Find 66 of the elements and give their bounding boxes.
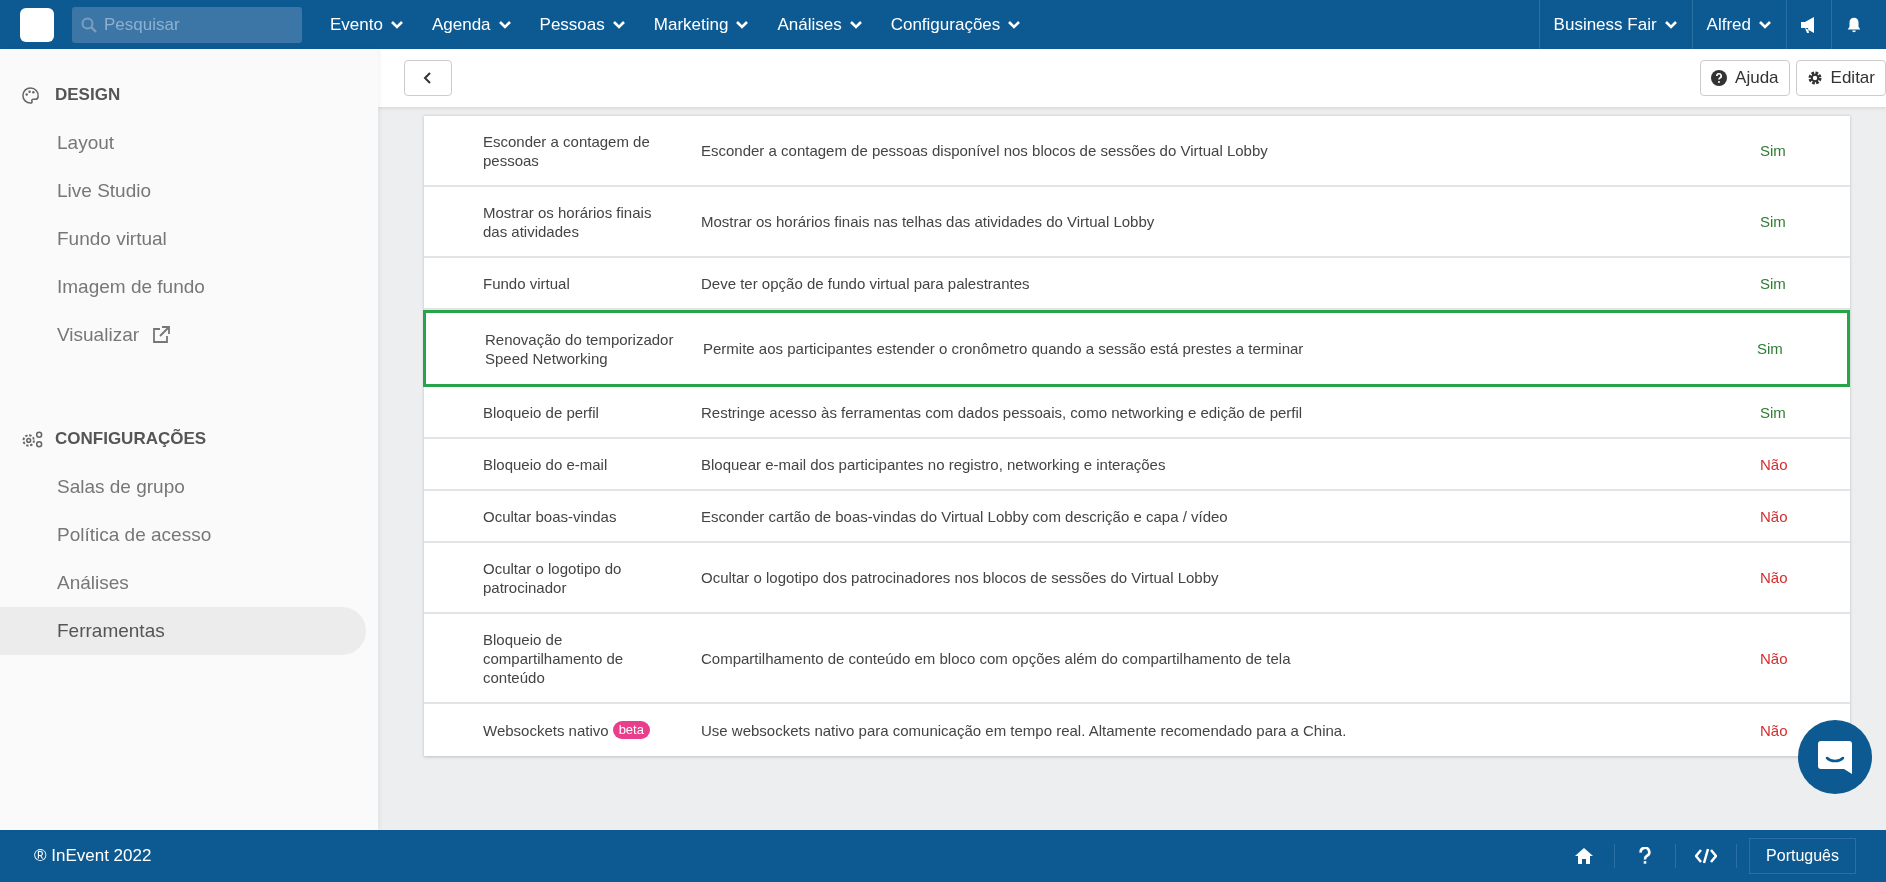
table-cell-text: Esconder cartão de boas-vindas do Virtual Lobby com descrição e capa / vídeo: [701, 507, 1229, 525]
nav-menu[interactable]: Agenda: [417, 0, 526, 49]
table-cell-text: Ocultar o logotipo dos patrocinadores nos blocos de sessões do Virtual Lobby: [701, 569, 1220, 586]
sidebar-item[interactable]: Salas de grupo: [0, 463, 366, 511]
table-cell: Fundo virtual: [483, 273, 570, 293]
language-button[interactable]: Português: [1749, 838, 1856, 874]
table-cell: Bloqueio de perfil: [483, 402, 599, 422]
search-field[interactable]: Pesquisar: [72, 6, 302, 43]
table-cell: Renovação do temporizador Speed Networking: [485, 329, 675, 368]
table-cell-text: Sim: [1757, 340, 1784, 357]
table-cell-text: Mostrar os horários finais nas telhas das atividades do Virtual Lobby: [701, 213, 1156, 230]
nav-menu[interactable]: Pessoas: [525, 0, 640, 49]
table-cell-text: Esconder a contagem de pessoas: [483, 131, 651, 170]
question-circle-icon: [1711, 70, 1728, 86]
table-cell-text: Bloquear e-mail dos participantes no registro, networking e interações: [701, 455, 1167, 473]
sidebar-item[interactable]: Imagem de fundo: [0, 263, 366, 311]
table-cell-text: Restringe acesso às ferramentas com dados pessoais, como networking e edição de perfil: [701, 403, 1304, 421]
table-cell-text: Não: [1760, 455, 1789, 473]
caret-icon: [1664, 20, 1677, 29]
table-cell-text: Não: [1760, 649, 1789, 667]
caret-icon: [612, 20, 625, 29]
table-cell-text: Use websockets nativo para comunicação em tempo real. Altamente recomendado para a China.: [701, 721, 1348, 739]
beta-badge: beta: [612, 721, 650, 739]
sidebar-item[interactable]: Fundo virtual: [0, 215, 366, 263]
table-cell-text: Sim: [1760, 213, 1787, 230]
edit-button[interactable]: Editar: [1795, 60, 1886, 96]
sidebar-item[interactable]: Layout: [0, 119, 366, 167]
nav-menu[interactable]: Evento: [316, 0, 418, 49]
app-logo[interactable]: [20, 7, 54, 42]
table-cell-text: Deve ter opção de fundo virtual para palestrantes: [701, 274, 1031, 292]
nav-menu[interactable]: Análises: [763, 0, 877, 49]
caret-icon: [1759, 20, 1771, 29]
table-cell-text: Não: [1760, 721, 1789, 739]
table-cell-text: Não: [1760, 507, 1789, 525]
section-title: DESIGN: [55, 85, 121, 105]
table-cell: Websockets nativo: [483, 720, 609, 740]
table-cell-text: Não: [1760, 569, 1789, 586]
section-title: CONFIGURAÇÕES: [55, 429, 207, 449]
table-cell-text: Esconder a contagem de pessoas disponível nos blocos de sessões do Virtual Lobby: [701, 142, 1269, 159]
table-cell: Ocultar boas-vindas: [483, 506, 617, 526]
sidebar-item[interactable]: Live Studio: [0, 167, 366, 215]
table-cell-text: Sim: [1760, 403, 1787, 421]
sidebar-item[interactable]: Visualizar: [0, 311, 366, 359]
table-cell-text: Sim: [1760, 142, 1787, 159]
help-button[interactable]: Ajuda: [1700, 60, 1790, 96]
table-cell-text: Compartilhamento de conteúdo em bloco com opções além do compartilhamento de tela: [701, 649, 1292, 667]
nav-menu[interactable]: Marketing: [639, 0, 764, 49]
caret-icon: [849, 20, 862, 29]
table-cell: Bloqueio do e-mail: [483, 454, 608, 474]
settings-icon: [1806, 70, 1823, 86]
nav-menu[interactable]: Configurações: [876, 0, 1036, 49]
caret-icon: [736, 20, 749, 29]
copyright-text: ® InEvent 2022: [34, 846, 152, 866]
caret-icon: [390, 20, 403, 29]
table-cell-text: Mostrar os horários finais das atividades: [483, 202, 653, 241]
chevron-left-icon: [422, 72, 434, 84]
table-cell-text: Sim: [1760, 274, 1787, 292]
table-cell-text: Ocultar o logotipo do patrocinador: [483, 558, 623, 597]
sidebar-item[interactable]: Política de acesso: [0, 511, 366, 559]
sidebar-item[interactable]: Ferramentas: [0, 607, 366, 655]
caret-icon: [1008, 20, 1021, 29]
caret-icon: [498, 20, 511, 29]
table-cell-text: Bloqueio de compartilhamento de conteúdo: [483, 629, 625, 687]
sidebar-item[interactable]: Análises: [0, 559, 366, 607]
table-cell-text: Permite aos participantes estender o cronômetro quando a sessão está prestes a terminar: [703, 340, 1305, 357]
external-link-icon: [151, 325, 172, 345]
